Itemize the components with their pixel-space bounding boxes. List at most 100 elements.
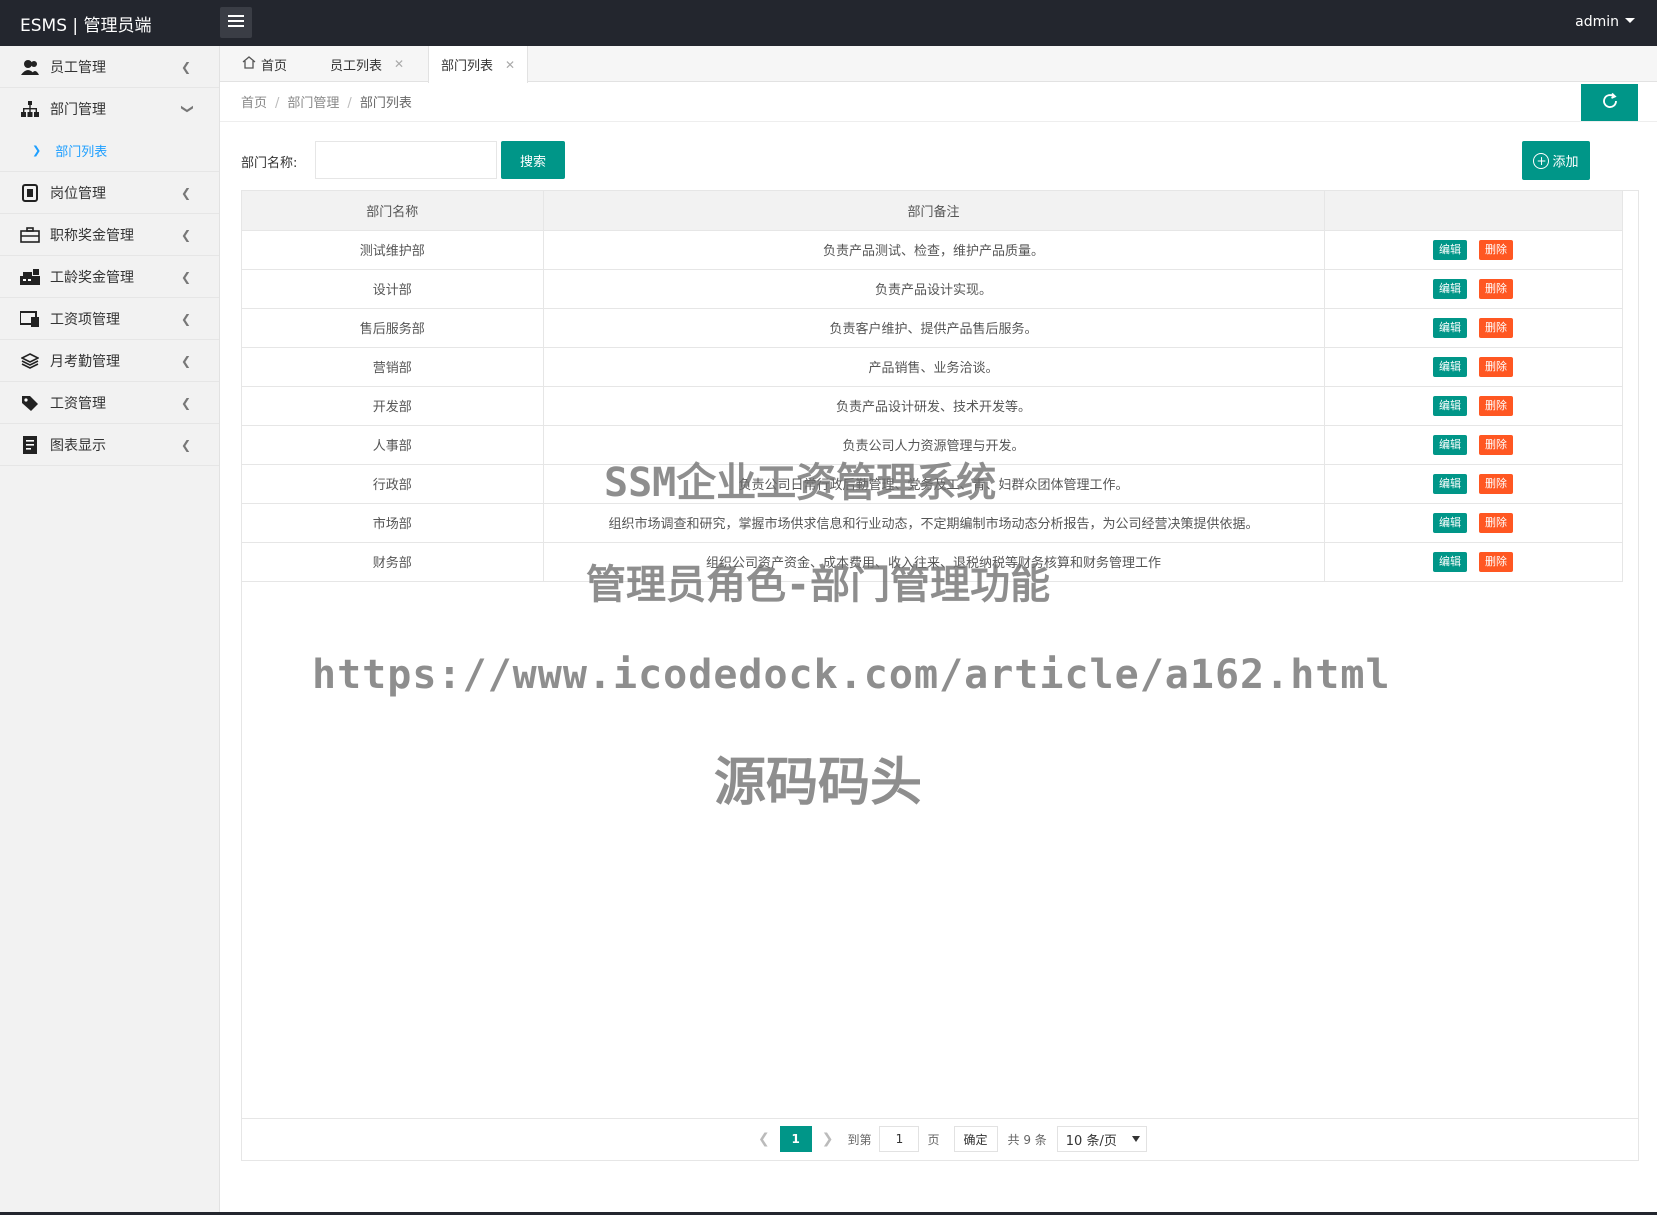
refresh-button[interactable]	[1581, 84, 1638, 121]
org-tree-icon	[20, 100, 40, 118]
watermark-text: 管理员角色-部门管理功能	[586, 562, 1051, 608]
delete-button[interactable]: 删除	[1479, 278, 1513, 299]
delete-button[interactable]: 删除	[1479, 395, 1513, 416]
chevron-right-icon: ❯	[32, 144, 42, 157]
edit-button[interactable]: 编辑	[1433, 356, 1467, 377]
user-menu[interactable]: admin	[1575, 14, 1635, 30]
sidebar-item-label: 工龄奖金管理	[50, 269, 134, 286]
delete-button[interactable]: 删除	[1479, 512, 1513, 533]
department-name-cell: 售后服务部	[242, 308, 544, 348]
sidebar-item-label: 岗位管理	[50, 185, 106, 202]
department-remark-cell: 产品销售、业务洽谈。	[543, 347, 1325, 387]
tab-label: 部门列表	[441, 59, 494, 74]
search-button[interactable]: 搜索	[501, 141, 565, 179]
actions-cell: 编辑 删除	[1324, 464, 1623, 504]
breadcrumb: 首页 / 部门管理 / 部门列表	[241, 96, 412, 111]
actions-cell: 编辑 删除	[1324, 230, 1623, 270]
watermark-text: SSM企业工资管理系统	[604, 460, 997, 506]
home-icon	[242, 55, 256, 73]
department-name-cell: 设计部	[242, 269, 544, 309]
sidebar-item-charts[interactable]: 图表显示 ❮	[0, 424, 219, 466]
department-name-input[interactable]	[315, 141, 497, 179]
delete-button[interactable]: 删除	[1479, 356, 1513, 377]
cash-register-icon	[20, 268, 40, 286]
table-header-row: 部门名称 部门备注	[242, 191, 1623, 231]
edit-button[interactable]: 编辑	[1433, 395, 1467, 416]
breadcrumb-item[interactable]: 部门管理	[287, 96, 339, 111]
add-button[interactable]: + 添加	[1522, 141, 1590, 180]
total-count: 共 9 条	[1007, 1132, 1047, 1147]
prev-page-icon[interactable]: ❮	[758, 1131, 770, 1147]
actions-cell: 编辑 删除	[1324, 542, 1623, 582]
edit-button[interactable]: 编辑	[1433, 317, 1467, 338]
department-name-cell: 市场部	[242, 503, 544, 543]
goto-label: 到第	[847, 1132, 872, 1147]
page-unit-label: 页	[927, 1132, 940, 1147]
sidebar-item-label: 工资管理	[50, 395, 106, 412]
delete-button[interactable]: 删除	[1479, 317, 1513, 338]
monitor-icon	[20, 310, 40, 328]
sidebar-subitem-department-list[interactable]: ❯ 部门列表	[0, 130, 219, 172]
department-remark-cell: 负责客户维护、提供产品售后服务。	[543, 308, 1325, 348]
tab-home[interactable]: 首页	[230, 46, 299, 82]
sidebar-item-positions[interactable]: 岗位管理 ❮	[0, 172, 219, 214]
tab-bar: 首页 员工列表 ✕ 部门列表 ✕	[220, 46, 1657, 83]
next-page-icon[interactable]: ❯	[822, 1131, 834, 1147]
chevron-left-icon: ❮	[180, 312, 191, 326]
sidebar: 员工管理 ❮ 部门管理 ❮ ❯ 部门列表 岗位管理 ❮ 职称奖金管理 ❮ 工龄奖…	[0, 46, 220, 1215]
page-number-current[interactable]: 1	[779, 1126, 812, 1152]
department-remark-cell: 负责产品设计实现。	[543, 269, 1325, 309]
department-name-cell: 营销部	[242, 347, 544, 387]
search-label: 部门名称:	[241, 156, 298, 171]
sidebar-item-title-bonus[interactable]: 职称奖金管理 ❮	[0, 214, 219, 256]
tab-department-list[interactable]: 部门列表 ✕	[428, 46, 529, 83]
edit-button[interactable]: 编辑	[1433, 512, 1467, 533]
close-icon[interactable]: ✕	[505, 58, 515, 72]
department-name-cell: 测试维护部	[242, 230, 544, 270]
menu-toggle-button[interactable]	[220, 7, 252, 38]
table-row: 售后服务部 负责客户维护、提供产品售后服务。 编辑 删除	[242, 308, 1623, 348]
edit-button[interactable]: 编辑	[1433, 473, 1467, 494]
sidebar-item-label: 图表显示	[50, 437, 106, 454]
receipt-icon	[20, 435, 40, 454]
table-row: 市场部 组织市场调查和研究，掌握市场供求信息和行业动态，不定期编制市场动态分析报告…	[242, 503, 1623, 543]
sidebar-item-seniority-bonus[interactable]: 工龄奖金管理 ❮	[0, 256, 219, 298]
delete-button[interactable]: 删除	[1479, 551, 1513, 572]
page-size-select[interactable]: 10 条/页	[1056, 1126, 1147, 1152]
delete-button[interactable]: 删除	[1479, 239, 1513, 260]
users-icon	[20, 58, 40, 76]
column-header: 部门名称	[242, 191, 544, 231]
delete-button[interactable]: 删除	[1479, 434, 1513, 455]
sidebar-item-label: 员工管理	[50, 59, 106, 76]
refresh-icon	[1601, 92, 1619, 114]
goto-page-input[interactable]: 1	[879, 1126, 920, 1152]
department-name-cell: 财务部	[242, 542, 544, 582]
delete-button[interactable]: 删除	[1479, 473, 1513, 494]
actions-cell: 编辑 删除	[1324, 386, 1623, 426]
edit-button[interactable]: 编辑	[1433, 434, 1467, 455]
username: admin	[1575, 14, 1619, 30]
column-header	[1324, 191, 1623, 231]
goto-confirm-button[interactable]: 确定	[953, 1126, 998, 1152]
edit-button[interactable]: 编辑	[1433, 239, 1467, 260]
caret-down-icon	[1625, 18, 1635, 23]
chevron-left-icon: ❮	[180, 186, 191, 200]
edit-button[interactable]: 编辑	[1433, 551, 1467, 572]
divider	[220, 121, 1657, 122]
sidebar-item-employees[interactable]: 员工管理 ❮	[0, 46, 219, 88]
sidebar-item-label: 工资项管理	[50, 311, 120, 328]
table-row: 营销部 产品销售、业务洽谈。 编辑 删除	[242, 347, 1623, 387]
breadcrumb-item[interactable]: 首页	[241, 96, 267, 111]
department-name-cell: 人事部	[242, 425, 544, 465]
edit-button[interactable]: 编辑	[1433, 278, 1467, 299]
sidebar-item-salary-items[interactable]: 工资项管理 ❮	[0, 298, 219, 340]
watermark-text: 源码码头	[714, 753, 923, 813]
sidebar-item-attendance[interactable]: 月考勤管理 ❮	[0, 340, 219, 382]
sidebar-item-salary[interactable]: 工资管理 ❮	[0, 382, 219, 424]
tab-employee-list[interactable]: 员工列表 ✕	[318, 46, 416, 82]
watermark-text: https://www.icodedock.com/article/a162.h…	[312, 652, 1391, 698]
sidebar-item-departments[interactable]: 部门管理 ❮	[0, 88, 219, 130]
chevron-down-icon: ❮	[178, 103, 193, 115]
close-icon[interactable]: ✕	[394, 57, 404, 71]
plus-circle-icon: +	[1533, 152, 1550, 169]
